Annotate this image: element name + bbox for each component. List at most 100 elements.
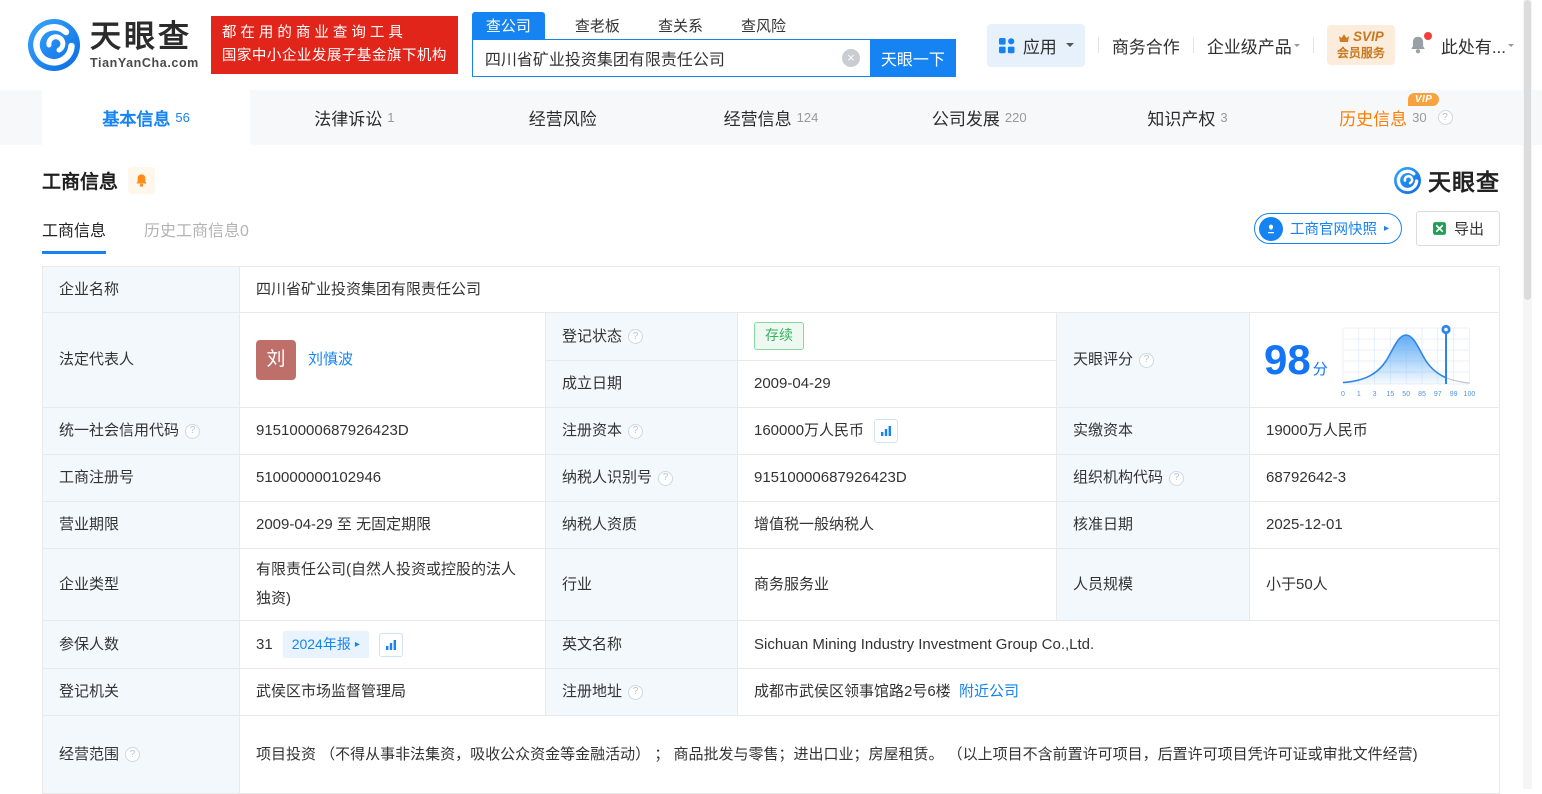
field-label: 注册资本? [546, 408, 738, 454]
tab-label: 知识产权 [1147, 110, 1216, 129]
cooperation-link[interactable]: 商务合作 [1112, 33, 1180, 58]
field-label: 成立日期 [546, 360, 738, 407]
help-icon[interactable]: ? [125, 747, 141, 762]
help-icon[interactable]: ? [185, 423, 201, 439]
company-type-value: 有限责任公司(自然人投资或控股的法人独资) [240, 549, 546, 620]
apps-button[interactable]: 应用 [986, 23, 1085, 67]
scrollbar-thumb[interactable] [1524, 0, 1531, 300]
score-value: 98 [1264, 335, 1311, 383]
staff-size-value: 小于50人 [1266, 575, 1328, 593]
monitor-bell-button[interactable] [128, 166, 156, 194]
help-icon[interactable]: ? [628, 328, 644, 344]
capital-chart-icon[interactable] [874, 419, 899, 443]
field-label: 纳税人识别号? [546, 455, 738, 501]
table-row: 经营范围? 项目投资 （不得从事非法集资，吸收公众资金等金融活动） ； 商品批发… [43, 716, 1499, 794]
reg-number-value: 510000000102946 [240, 455, 546, 501]
insured-chart-icon[interactable] [378, 632, 403, 657]
help-icon[interactable]: ? [628, 684, 644, 700]
org-code-value: 68792642-3 [1266, 469, 1347, 487]
enterprise-products-link[interactable]: 企业级产品 [1207, 33, 1300, 58]
business-info-table: 企业名称 四川省矿业投资集团有限责任公司 法定代表人 刘 刘慎波 登记状态? 存… [42, 266, 1500, 794]
svg-text:1: 1 [1357, 391, 1361, 398]
export-label: 导出 [1453, 221, 1484, 238]
table-row: 企业名称 四川省矿业投资集团有限责任公司 [43, 267, 1499, 313]
header-nav: 应用 商务合作 企业级产品 SVIP 会员服务 此处有... [986, 23, 1514, 67]
help-icon[interactable]: ? [658, 470, 674, 486]
bell-icon [136, 173, 147, 187]
tianyancha-logo[interactable]: 天眼查 TianYanCha.com [28, 19, 199, 71]
paid-capital-value: 19000万人民币 [1266, 422, 1368, 440]
enterprise-label: 企业级产品 [1206, 37, 1292, 57]
svg-text:97: 97 [1434, 391, 1442, 398]
search-button[interactable]: 天眼一下 [869, 39, 956, 77]
tab-label: 经营信息 [723, 110, 792, 129]
divider [1192, 37, 1194, 53]
field-label: 组织机构代码? [1057, 455, 1250, 501]
svip-member-button[interactable]: SVIP 会员服务 [1326, 25, 1395, 65]
tab-label: 经营风险 [528, 110, 597, 129]
industry-value: 商务服务业 [738, 549, 1057, 620]
help-icon[interactable]: ? [628, 423, 644, 439]
field-label: 企业类型 [43, 549, 240, 620]
tab-经营信息[interactable]: 经营信息 124 [667, 90, 875, 145]
search-tab[interactable]: 查公司 [471, 12, 545, 39]
legal-rep-link[interactable]: 刘慎波 [308, 348, 353, 371]
tab-label: 公司发展 [931, 110, 1000, 129]
subtab-历史工商信息0[interactable]: 历史工商信息0 [144, 217, 249, 254]
help-icon[interactable]: ? [1169, 470, 1185, 486]
field-label: 登记机关 [43, 669, 240, 715]
tab-历史信息[interactable]: 历史信息 30? VIP [1292, 90, 1500, 145]
search-tab[interactable]: 查风险 [733, 12, 794, 39]
tab-知识产权[interactable]: 知识产权 3 [1083, 90, 1291, 145]
help-icon[interactable]: ? [1437, 110, 1453, 125]
annual-report-pill[interactable]: 2024年报 ▸ [282, 630, 369, 659]
score-unit: 分 [1312, 360, 1328, 378]
slogan-line2: 国家中小企业发展子基金旗下机构 [221, 48, 447, 64]
notification-dot [1423, 32, 1432, 40]
tab-label: 法律诉讼 [314, 110, 383, 129]
svg-text:85: 85 [1418, 391, 1426, 398]
help-icon[interactable]: ? [1139, 352, 1155, 368]
field-label: 实缴资本 [1057, 408, 1250, 454]
chevron-down-icon [1065, 43, 1074, 51]
nearby-companies-link[interactable]: 附近公司 [959, 680, 1019, 703]
field-label: 核准日期 [1057, 502, 1250, 548]
tab-count: 3 [1220, 110, 1228, 125]
legal-rep-cell: 刘 刘慎波 [240, 313, 546, 407]
chevron-down-icon [1508, 44, 1514, 50]
tab-法律诉讼[interactable]: 法律诉讼 1 [250, 90, 458, 145]
export-button[interactable]: 导出 [1415, 211, 1500, 246]
tab-基本信息[interactable]: 基本信息 56 [42, 90, 251, 145]
snapshot-button[interactable]: 工商官网快照 ▸ [1253, 213, 1402, 244]
search-block: 查公司查老板查关系查风险 × 天眼一下 [471, 12, 956, 77]
tab-经营风险[interactable]: 经营风险 [459, 90, 667, 145]
tab-count: 124 [796, 110, 819, 125]
score-distribution-chart: 0 1 3 15 50 85 97 99 100 [1341, 324, 1475, 398]
subtab-工商信息[interactable]: 工商信息 [42, 217, 107, 254]
search-input[interactable] [482, 48, 842, 68]
company-section-tabs: 基本信息 56 法律诉讼 1 经营风险 经营信息 124 公司发展 220 知识产权 3 历史信息 30… [0, 90, 1542, 145]
logo-swirl-icon [1394, 166, 1421, 194]
clear-icon[interactable]: × [841, 49, 860, 67]
tab-label: 历史信息 [1339, 110, 1408, 129]
slogan-badge: 都在用的商业查询工具 国家中小企业发展子基金旗下机构 [210, 15, 458, 75]
tab-公司发展[interactable]: 公司发展 220 [875, 90, 1083, 145]
field-label: 工商注册号 [43, 455, 240, 501]
scrollbar [1523, 0, 1532, 789]
search-tab[interactable]: 查老板 [567, 12, 628, 39]
svg-text:15: 15 [1386, 391, 1394, 398]
insured-cell: 31 2024年报 ▸ [240, 621, 546, 668]
search-tab[interactable]: 查关系 [650, 12, 711, 39]
snapshot-label: 工商官网快照 [1289, 222, 1377, 238]
user-name: 此处有... [1440, 37, 1506, 57]
avatar[interactable]: 刘 [256, 340, 296, 380]
user-menu[interactable]: 此处有... [1441, 33, 1514, 58]
tab-label: 基本信息 [102, 110, 171, 129]
watermark-logo: 天眼查 [1394, 163, 1500, 197]
main-content: 工商信息 天眼查 工商信息 历史工商信息0 工商官网快照 ▸ 导出 企业名称 四… [0, 165, 1542, 794]
table-row: 参保人数 31 2024年报 ▸ 英文名称 Sichuan Mining Indu… [43, 621, 1499, 669]
approval-date-value: 2025-12-01 [1266, 516, 1343, 534]
notification-bell-icon[interactable] [1408, 32, 1432, 55]
vip-badge: VIP [1407, 93, 1440, 106]
score-axis-ticks: 0 1 3 15 50 85 97 99 100 [1341, 391, 1475, 398]
